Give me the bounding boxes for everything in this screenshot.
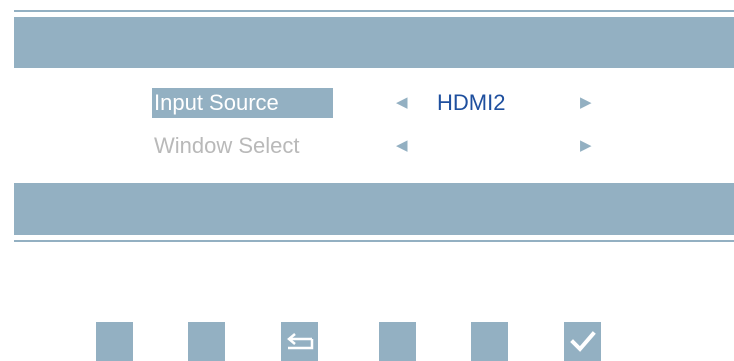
back-button[interactable] [281, 322, 318, 361]
blank-key-1[interactable] [96, 322, 133, 361]
left-arrow-icon[interactable]: ◀ [396, 88, 408, 118]
osd-menu-panel: Input Source ◀ HDMI2 ▶ Window Select ◀ ▶ [14, 10, 734, 245]
right-arrow-icon[interactable]: ▶ [580, 131, 592, 161]
blank-key-4[interactable] [471, 322, 508, 361]
osd-key-bar [0, 322, 734, 361]
menu-row-window-select[interactable]: Window Select ◀ ▶ [14, 131, 734, 167]
blank-key-3[interactable] [379, 322, 416, 361]
window-select-label[interactable]: Window Select [152, 131, 302, 161]
blank-key-2[interactable] [188, 322, 225, 361]
top-divider-line [14, 10, 734, 12]
menu-row-input-source[interactable]: Input Source ◀ HDMI2 ▶ [14, 88, 734, 124]
right-arrow-icon[interactable]: ▶ [580, 88, 592, 118]
back-return-icon [285, 331, 315, 353]
bottom-divider-line [14, 240, 734, 242]
input-source-value: HDMI2 [437, 90, 506, 115]
left-arrow-icon[interactable]: ◀ [396, 131, 408, 161]
top-header-band [14, 17, 734, 68]
confirm-button[interactable] [564, 322, 601, 361]
input-source-label[interactable]: Input Source [152, 88, 333, 118]
bottom-footer-band [14, 183, 734, 235]
checkmark-icon [569, 330, 596, 353]
